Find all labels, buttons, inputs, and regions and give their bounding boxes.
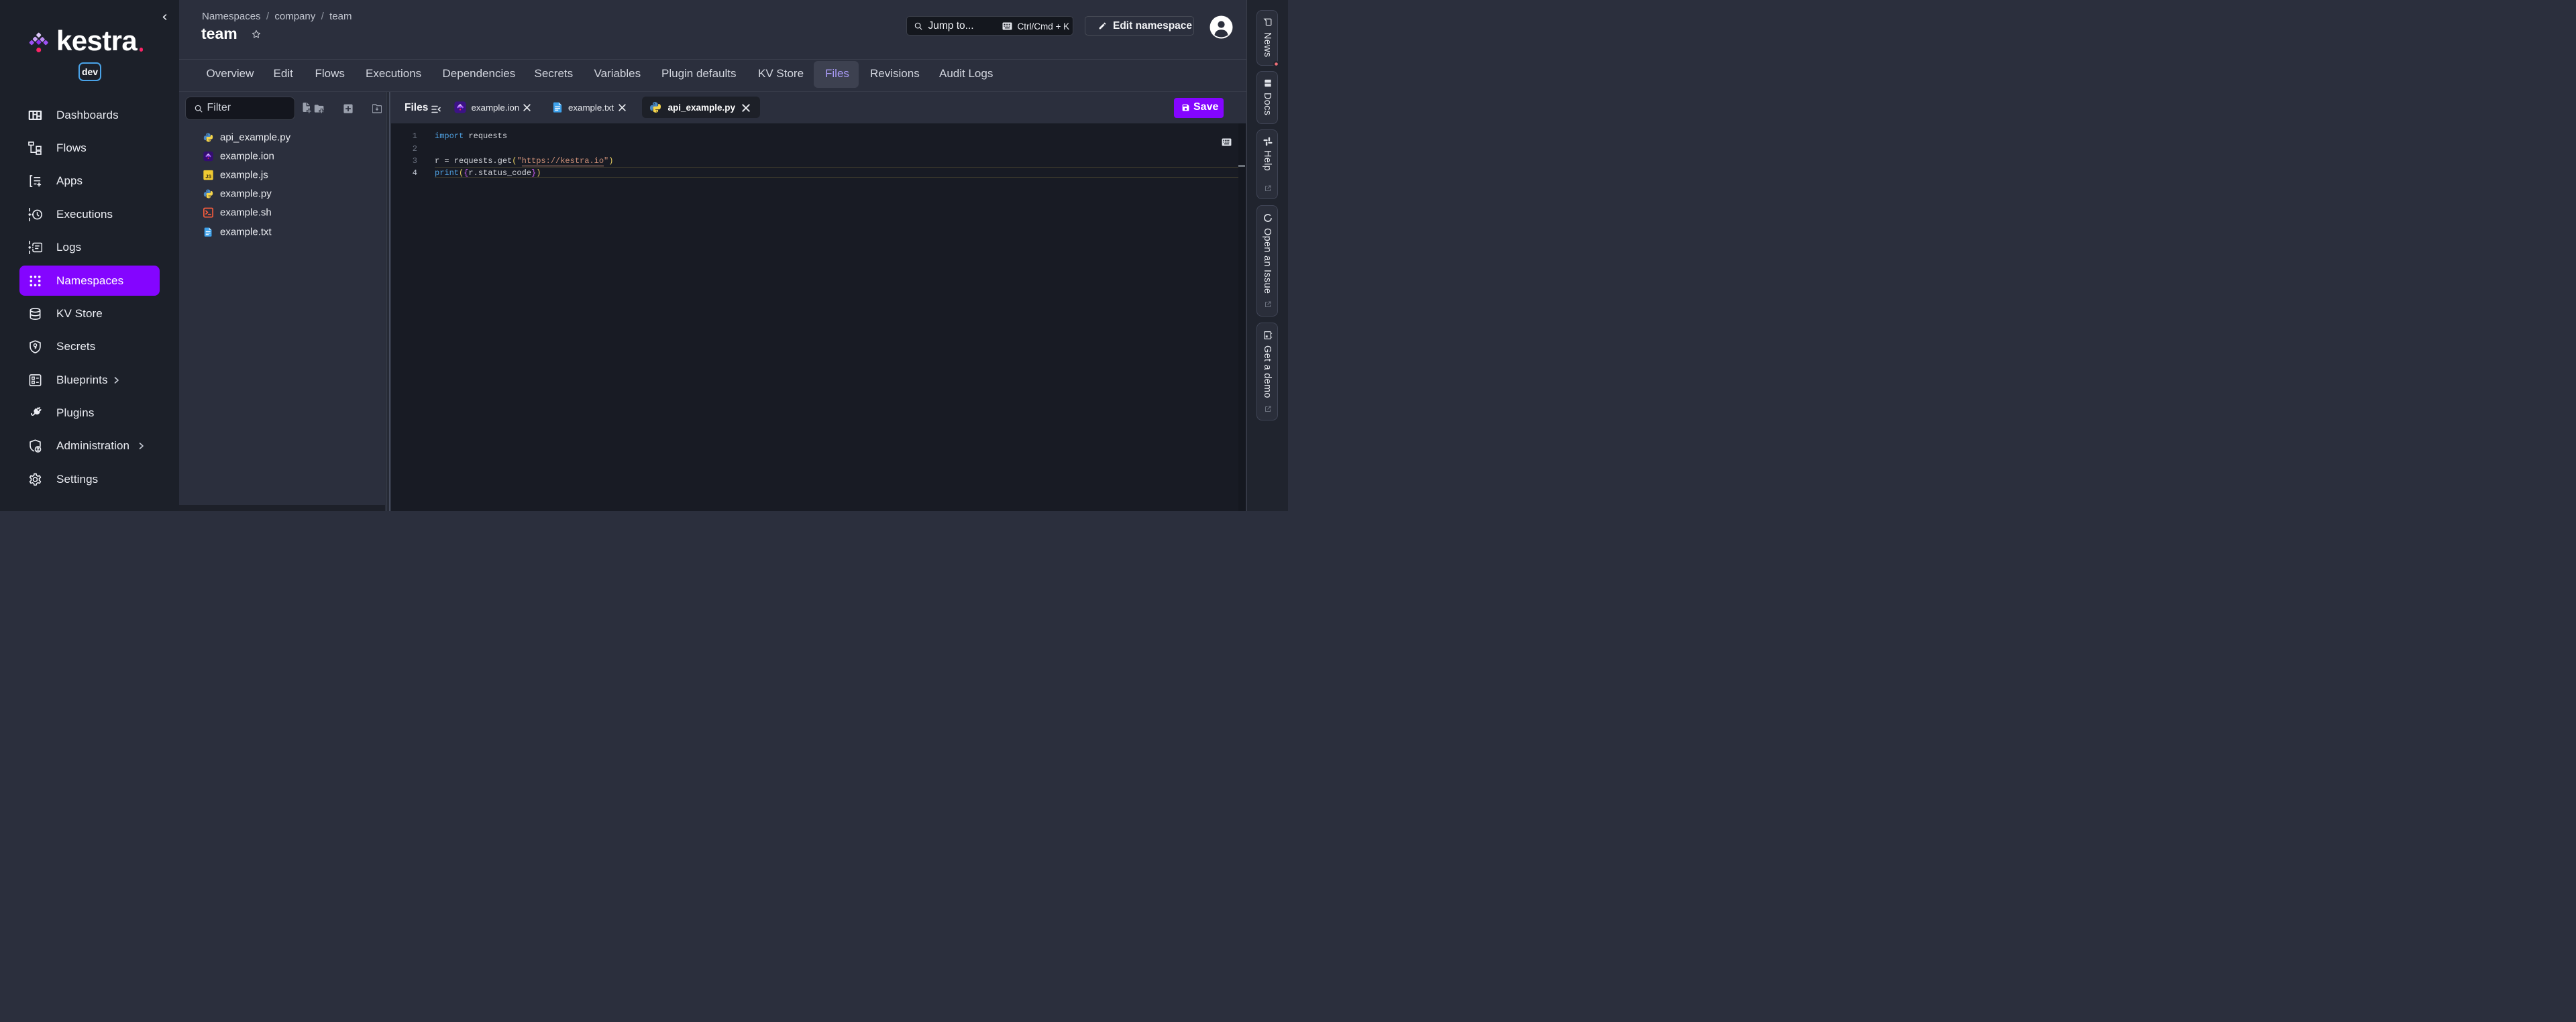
svg-text:JS: JS	[205, 174, 211, 179]
